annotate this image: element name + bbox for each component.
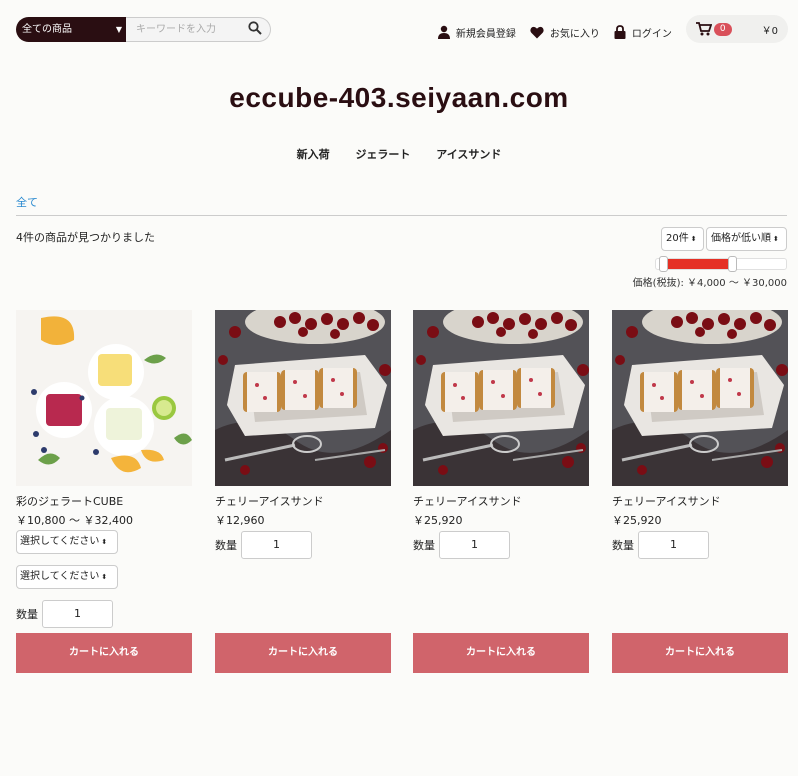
updown-icon: ⬍ <box>690 235 697 243</box>
heart-icon <box>530 26 544 38</box>
nav-item-new[interactable]: 新入荷 <box>297 148 330 161</box>
cart-count-badge: 0 <box>713 22 732 36</box>
quantity-label: 数量 <box>16 608 38 621</box>
option-select-1[interactable]: 選択してください ⬍ <box>16 530 118 554</box>
slider-handle-max[interactable] <box>728 256 737 272</box>
per-page-value: 20件 <box>666 233 689 244</box>
product-card: チェリーアイスサンド ￥12,960 数量 1 <box>215 310 391 559</box>
product-image[interactable] <box>413 310 589 486</box>
login-link[interactable]: ログイン <box>614 25 672 40</box>
quantity-row: 数量 1 <box>413 531 589 559</box>
user-nav: 新規会員登録 お気に入り ログイン 0 ￥0 <box>437 15 788 43</box>
product-name[interactable]: チェリーアイスサンド <box>413 493 589 509</box>
header-bar: 全ての商品 ▼ キーワードを入力 新規会員登録 お気に入り ログイン 0 ￥0 <box>16 14 788 44</box>
login-label: ログイン <box>631 28 672 40</box>
divider <box>16 215 787 216</box>
option-select-1-value: 選択してください <box>20 536 100 547</box>
chevron-down-icon: ▼ <box>115 25 122 34</box>
product-price: ￥25,920 <box>612 514 662 527</box>
quantity-row: 数量 1 <box>612 531 788 559</box>
per-page-select[interactable]: 20件 ⬍ <box>661 227 704 251</box>
quantity-input[interactable]: 1 <box>241 531 312 559</box>
product-name[interactable]: チェリーアイスサンド <box>612 493 788 509</box>
slider-range <box>668 259 731 269</box>
updown-icon: ⬍ <box>773 235 779 243</box>
quantity-input[interactable]: 1 <box>638 531 709 559</box>
category-select-value: 全ての商品 <box>22 24 72 35</box>
category-nav: 新入荷 ジェラート アイスサンド <box>0 146 798 162</box>
updown-icon: ⬍ <box>101 573 108 581</box>
register-link[interactable]: 新規会員登録 <box>437 25 516 40</box>
add-to-cart-button[interactable]: カートに入れる <box>413 633 589 673</box>
slider-handle-min[interactable] <box>659 256 668 272</box>
breadcrumb[interactable]: 全て <box>16 194 38 210</box>
register-label: 新規会員登録 <box>455 28 516 40</box>
sort-value: 価格が低い順 <box>711 233 771 244</box>
product-card: チェリーアイスサンド ￥25,920 数量 1 <box>413 310 589 559</box>
quantity-row: 数量 1 <box>215 531 391 559</box>
add-to-cart-button[interactable]: カートに入れる <box>215 633 391 673</box>
result-count: 4件の商品が見つかりました <box>16 231 155 244</box>
quantity-input[interactable]: 1 <box>42 600 113 628</box>
quantity-row: 数量 1 <box>16 600 192 628</box>
user-icon <box>437 25 450 39</box>
cart-total: ￥0 <box>761 25 778 37</box>
option-select-2[interactable]: 選択してください ⬍ <box>16 565 118 589</box>
lock-icon <box>614 25 626 39</box>
nav-item-gelato[interactable]: ジェラート <box>355 148 410 161</box>
quantity-label: 数量 <box>413 539 435 552</box>
search-icon[interactable] <box>248 21 262 35</box>
add-to-cart-button[interactable]: カートに入れる <box>16 633 192 673</box>
product-card: チェリーアイスサンド ￥25,920 数量 1 <box>612 310 788 559</box>
product-price: ￥10,800 ～ ￥32,400 <box>16 514 133 527</box>
favorites-link[interactable]: お気に入り <box>530 25 600 40</box>
price-slider[interactable] <box>655 256 787 272</box>
add-to-cart-button[interactable]: カートに入れる <box>612 633 788 673</box>
option-select-2-value: 選択してください <box>20 571 100 582</box>
cart-summary[interactable]: 0 ￥0 <box>685 15 788 43</box>
sort-select[interactable]: 価格が低い順 ⬍ <box>706 227 787 251</box>
product-name[interactable]: 彩のジェラートCUBE <box>16 493 192 509</box>
category-select[interactable]: 全ての商品 ▼ <box>16 17 126 42</box>
quantity-label: 数量 <box>215 539 237 552</box>
quantity-input[interactable]: 1 <box>439 531 510 559</box>
site-title[interactable]: eccube-403.seiyaan.com <box>0 82 798 114</box>
product-image[interactable] <box>612 310 788 486</box>
product-price: ￥12,960 <box>215 514 265 527</box>
quantity-label: 数量 <box>612 539 634 552</box>
product-name[interactable]: チェリーアイスサンド <box>215 493 391 509</box>
price-range-label: 価格(税抜): ￥4,000 〜 ￥30,000 <box>632 278 787 289</box>
updown-icon: ⬍ <box>101 538 108 546</box>
product-image[interactable] <box>215 310 391 486</box>
cart-icon <box>695 22 712 36</box>
product-image[interactable] <box>16 310 192 486</box>
nav-item-ice-sandwich[interactable]: アイスサンド <box>436 148 501 161</box>
product-price: ￥25,920 <box>413 514 463 527</box>
favorites-label: お気に入り <box>549 28 600 40</box>
product-card: 彩のジェラートCUBE ￥10,800 ～ ￥32,400 選択してください ⬍ … <box>16 310 192 628</box>
